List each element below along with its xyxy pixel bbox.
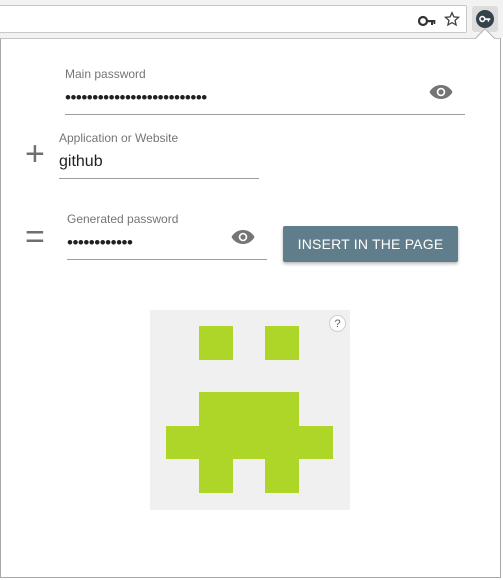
main-password-underline: [65, 114, 465, 115]
star-icon[interactable]: [443, 11, 461, 27]
equals-operator: =: [25, 218, 45, 256]
plus-operator: +: [25, 135, 45, 173]
identicon-pixel: [265, 459, 299, 493]
generated-password-field[interactable]: ••••••••••••: [67, 233, 133, 253]
key-icon[interactable]: [418, 14, 436, 28]
identicon-pixel: [166, 426, 333, 459]
site-input[interactable]: github: [59, 153, 103, 171]
main-password-input[interactable]: ••••••••••••••••••••••••••: [65, 88, 207, 108]
password-fingerprint-identicon: [150, 310, 350, 510]
main-password-label: Main password: [65, 67, 146, 81]
generated-password-underline: [67, 259, 267, 260]
browser-toolbar: [0, 0, 503, 38]
identicon-pixel: [199, 392, 299, 426]
identicon-pixel: [199, 326, 233, 360]
site-label: Application or Website: [59, 131, 179, 145]
eye-icon[interactable]: [231, 229, 255, 245]
identicon-pixel: [199, 459, 233, 493]
eye-icon[interactable]: [429, 84, 453, 100]
fingerprint-help-icon[interactable]: ?: [329, 315, 346, 332]
identicon-pixel: [265, 326, 299, 360]
generated-password-label: Generated password: [67, 212, 179, 226]
site-underline: [59, 178, 259, 179]
lesspass-extension-icon: [476, 10, 494, 28]
insert-in-page-button[interactable]: INSERT IN THE PAGE: [283, 226, 458, 262]
address-bar[interactable]: [0, 5, 467, 33]
